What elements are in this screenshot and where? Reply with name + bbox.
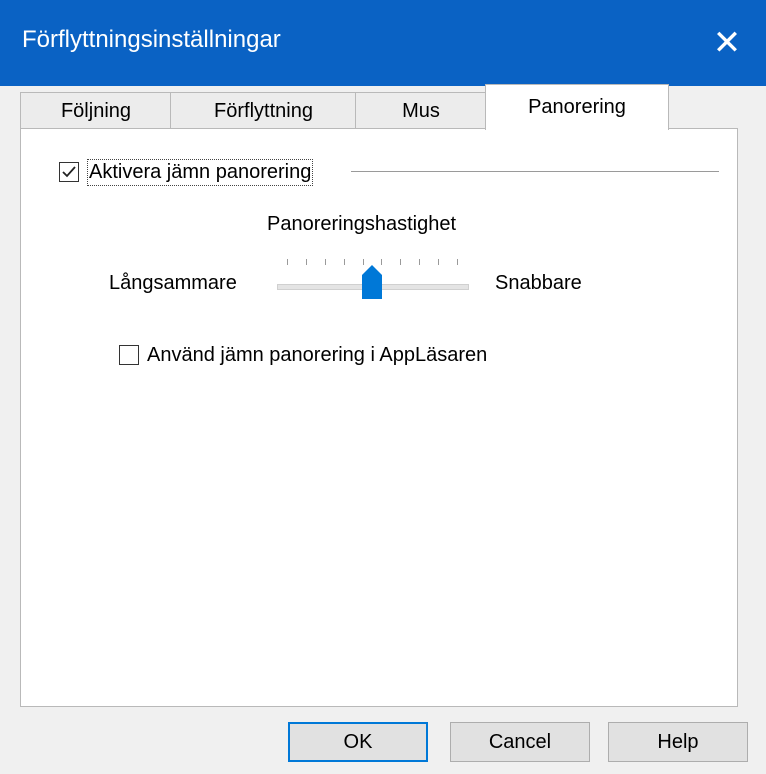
slider-thumb[interactable] [360,263,384,301]
slider-tick [457,259,458,265]
slider-tick [400,259,402,265]
tab-panorering[interactable]: Panorering [485,84,669,130]
smooth-pan-label[interactable]: Aktivera jämn panorering [86,159,314,186]
cancel-button[interactable]: Cancel [450,722,590,762]
group-separator [351,171,719,172]
slider-tick [419,259,421,265]
ok-button[interactable]: OK [288,722,428,762]
tab-foljning[interactable]: Följning [20,92,172,129]
tab-panel-panorering: Aktivera jämn panorering Panoreringshast… [20,128,738,707]
slider-tick [343,259,345,265]
slow-label: Långsammare [109,272,237,294]
applasaren-checkbox[interactable] [119,345,139,365]
smooth-pan-checkbox[interactable] [59,162,79,182]
dialog-window: Förflyttningsinställningar ✕ Följning Fö… [0,0,766,774]
checkmark-icon [62,166,76,178]
applasaren-label[interactable]: Använd jämn panorering i AppLäsaren [147,344,487,367]
speed-label: Panoreringshastighet [267,213,457,235]
slider-tick [305,259,307,265]
slider-tick [438,259,440,265]
tab-mus[interactable]: Mus [355,92,487,129]
title-bar: Förflyttningsinställningar ✕ [0,0,766,86]
window-title: Förflyttningsinställningar [22,26,281,53]
tab-forflyttning[interactable]: Förflyttning [170,92,357,129]
fast-label: Snabbare [495,272,582,294]
slider-tick [287,259,288,265]
close-icon[interactable]: ✕ [688,0,766,86]
slider-tick [324,259,326,265]
help-button[interactable]: Help [608,722,748,762]
